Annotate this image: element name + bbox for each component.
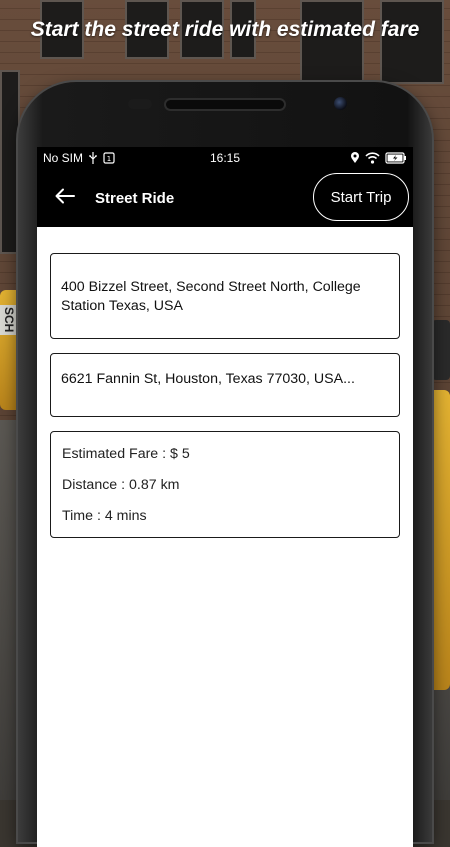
estimated-fare-text: Estimated Fare : $ 5: [62, 446, 190, 462]
arrow-left-icon: [55, 188, 75, 209]
phone-screen: No SIM 1 16:15 Street Ride Start Trip 40…: [37, 147, 413, 847]
promo-headline: Start the street ride with estimated far…: [30, 18, 420, 41]
app-bar: Street Ride Start Trip: [37, 169, 413, 227]
pickup-address-field[interactable]: 400 Bizzel Street, Second Street North, …: [50, 253, 400, 339]
content-area: 400 Bizzel Street, Second Street North, …: [37, 227, 413, 847]
start-trip-button[interactable]: Start Trip: [313, 173, 409, 221]
clock: 16:15: [209, 151, 241, 165]
trip-info-card: Estimated Fare : $ 5 Distance : 0.87 km …: [50, 431, 400, 538]
distance-text: Distance : 0.87 km: [62, 477, 180, 493]
time-text: Time : 4 mins: [62, 508, 147, 524]
front-camera: [334, 97, 347, 110]
back-button[interactable]: [43, 176, 87, 220]
earpiece-speaker: [166, 100, 284, 109]
phone-frame: No SIM 1 16:15 Street Ride Start Trip 40…: [18, 82, 432, 847]
status-bar: No SIM 1 16:15: [37, 147, 413, 169]
page-title: Street Ride: [95, 189, 175, 207]
proximity-sensor: [128, 99, 152, 109]
dropoff-address-field[interactable]: 6621 Fannin St, Houston, Texas 77030, US…: [50, 353, 400, 417]
